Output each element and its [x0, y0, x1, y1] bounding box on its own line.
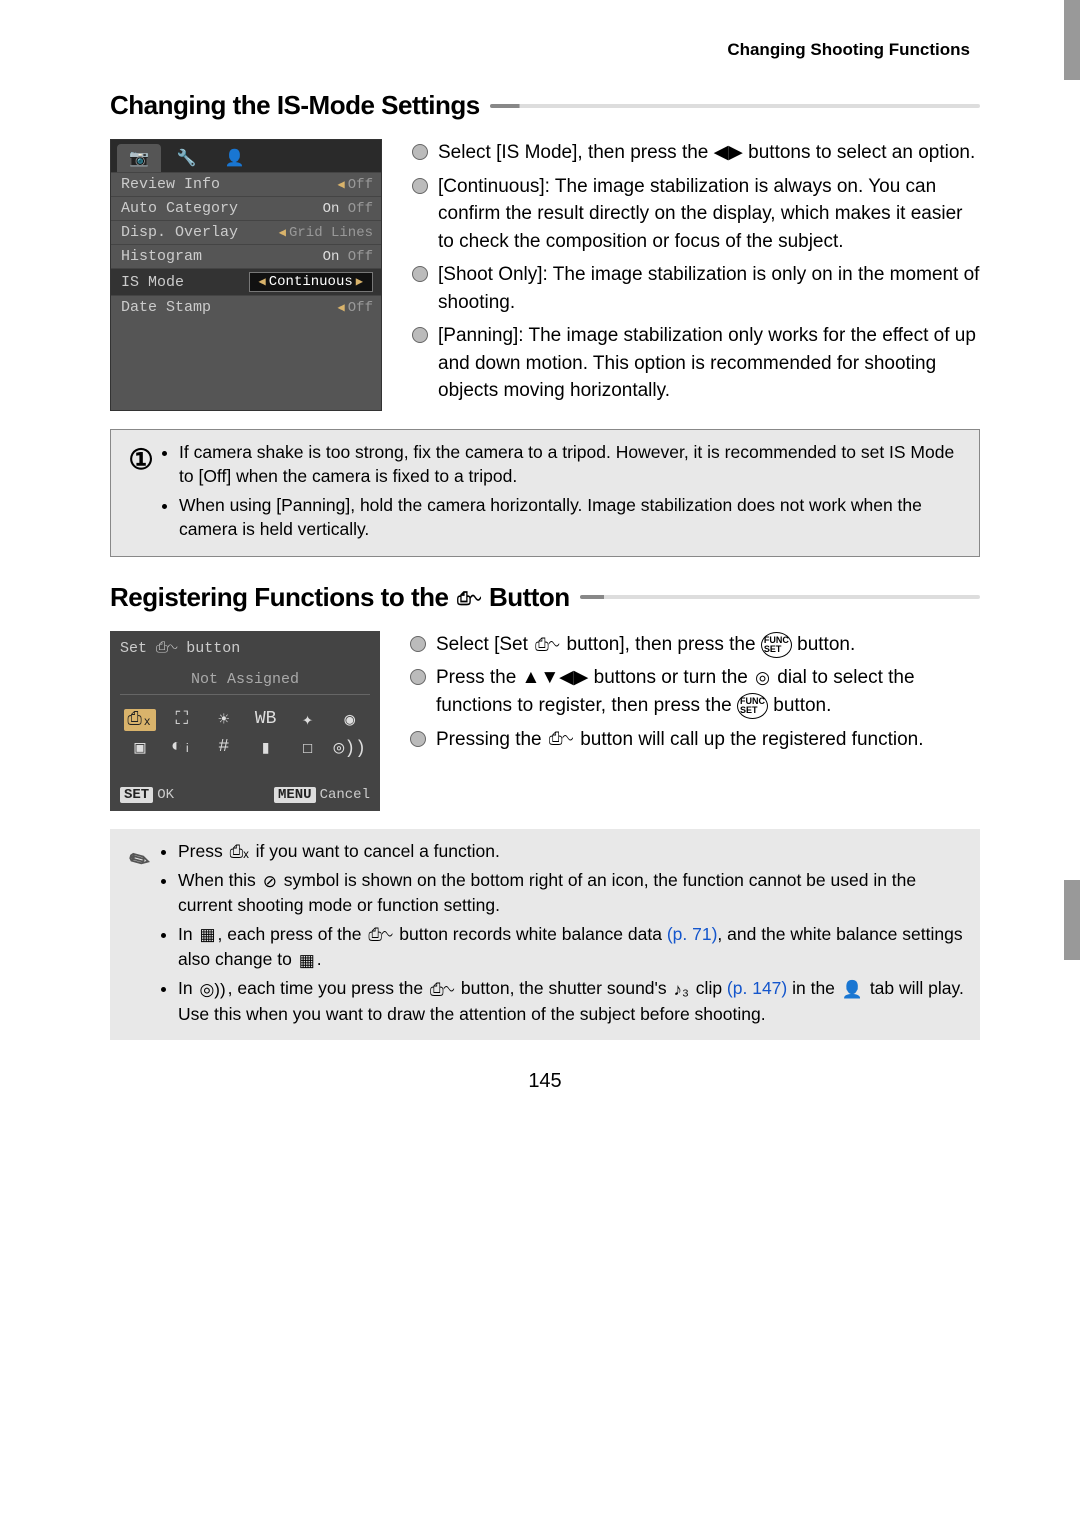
- bullet-dot: [410, 669, 426, 685]
- pencil-icon: ✎: [120, 839, 160, 1030]
- func-set-icon: FUNCSET: [737, 693, 768, 719]
- set-button-screenshot: Set ⎙∿ button Not Assigned ⎙ₓ⛶☀WB✦◉ ▣◐ᵢ#…: [110, 631, 380, 811]
- bullet-text: Select [IS Mode], then press the ◀▶ butt…: [438, 139, 975, 167]
- section1-bullets: Select [IS Mode], then press the ◀▶ butt…: [412, 139, 980, 411]
- tip-note: ✎ Press ⎙ₓ if you want to cancel a funct…: [110, 829, 980, 1040]
- print-s-icon: ⎙∿: [366, 923, 394, 947]
- caution-note: ① If camera shake is too strong, fix the…: [110, 429, 980, 557]
- divider: [580, 595, 980, 599]
- note-item: In ◎)), each time you press the ⎙∿ butto…: [178, 976, 966, 1026]
- section2-bullets: Select [Set ⎙∿ button], then press the F…: [410, 631, 980, 811]
- side-tab-mid: [1064, 880, 1080, 960]
- func-set-icon: FUNCSET: [761, 632, 792, 658]
- menu-row-disp-overlay: Disp. Overlay ◀Grid Lines: [111, 220, 381, 244]
- person-tab-icon: 👤: [840, 978, 865, 1002]
- bullet-text: [Panning]: The image stabilization only …: [438, 322, 980, 405]
- print-s-icon: ⎙∿: [547, 727, 575, 752]
- tab-camera-icon: 📷: [117, 144, 161, 172]
- section2-header: Registering Functions to the ⎙∿ Button: [110, 582, 980, 613]
- caution-icon: ①: [121, 440, 161, 546]
- print-s-icon: ⎙∿: [533, 633, 561, 658]
- print-s-icon: ⎙∿: [428, 978, 456, 1002]
- note-item: Press ⎙ₓ if you want to cancel a functio…: [178, 839, 966, 864]
- bullet-text: [Continuous]: The image stabilization is…: [438, 173, 980, 256]
- section2-title: Registering Functions to the ⎙∿ Button: [110, 582, 580, 613]
- print-s-icon: ⎙∿: [455, 589, 482, 609]
- page-link-147[interactable]: (p. 147): [727, 978, 787, 998]
- note-item: When this ⊘ symbol is shown on the botto…: [178, 868, 966, 918]
- page-header: Changing Shooting Functions: [110, 40, 980, 60]
- bullet-text: Pressing the ⎙∿ button will call up the …: [436, 726, 923, 754]
- tab-person-icon: 👤: [213, 144, 257, 172]
- menu-row-histogram: Histogram On Off: [111, 244, 381, 268]
- set-button-label: SET: [120, 787, 153, 803]
- bullet-text: Press the ▲▼◀▶ buttons or turn the ◎ dia…: [436, 664, 980, 719]
- bullet-dot: [412, 327, 428, 343]
- page-link-71[interactable]: (p. 71): [667, 924, 718, 944]
- note-item: In ▦, each press of the ⎙∿ button record…: [178, 922, 966, 973]
- camera-menu-screenshot: 📷 🔧 👤 Review Info ◀Off Auto Category On …: [110, 139, 382, 411]
- bullet-dot: [412, 178, 428, 194]
- side-tab-top: [1064, 0, 1080, 80]
- bullet-text: [Shoot Only]: The image stabilization is…: [438, 261, 980, 316]
- menu-button-label: MENU: [274, 787, 316, 803]
- bullet-dot: [410, 731, 426, 747]
- note-item: When using [Panning], hold the camera ho…: [179, 493, 965, 542]
- clip3-icon: ♪₃: [672, 978, 691, 1002]
- divider: [490, 104, 980, 108]
- dial-icon: ◎: [753, 666, 772, 691]
- menu-row-is-mode: IS Mode ◀Continuous▶: [111, 268, 381, 295]
- function-icon-grid: ⎙ₓ⛶☀WB✦◉ ▣◐ᵢ#▮☐◎)): [120, 703, 370, 765]
- bullet-dot: [410, 636, 426, 652]
- menu-row-auto-category: Auto Category On Off: [111, 196, 381, 220]
- screen-subtitle: Not Assigned: [120, 671, 370, 695]
- wb-icon: ▦: [297, 949, 317, 973]
- tab-wrench-icon: 🔧: [165, 144, 209, 172]
- bullet-text: Select [Set ⎙∿ button], then press the F…: [436, 631, 855, 659]
- page-number: 145: [110, 1070, 980, 1093]
- section1-title: Changing the IS-Mode Settings: [110, 90, 490, 121]
- sound-icon: ◎)): [197, 978, 227, 1002]
- no-circle-icon: ⊘: [261, 870, 279, 894]
- bullet-dot: [412, 144, 428, 160]
- wb-icon: ▦: [197, 923, 217, 947]
- menu-row-date-stamp: Date Stamp ◀Off: [111, 295, 381, 319]
- section1-header: Changing the IS-Mode Settings: [110, 90, 980, 121]
- print-x-icon: ⎙ₓ: [228, 840, 251, 864]
- screen-title: Set ⎙∿ button: [120, 639, 370, 657]
- note-item: If camera shake is too strong, fix the c…: [179, 440, 965, 489]
- menu-row-review-info: Review Info ◀Off: [111, 172, 381, 196]
- bullet-dot: [412, 266, 428, 282]
